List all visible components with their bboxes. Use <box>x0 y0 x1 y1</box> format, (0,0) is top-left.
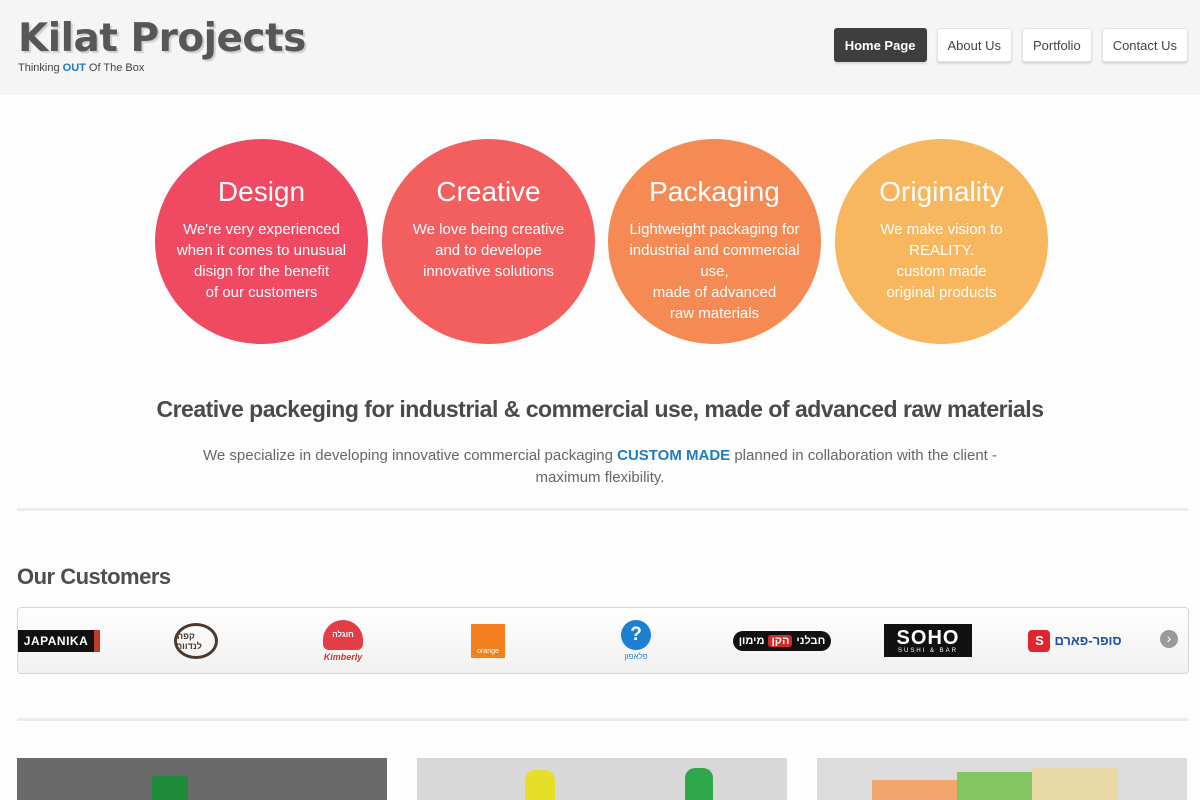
haflanim-logo-mid: הקן <box>768 634 793 647</box>
feature-title: Packaging <box>649 176 780 207</box>
kimberly-logo-name: Kimberly <box>323 651 363 662</box>
intro-text: We specialize in developing innovative c… <box>180 445 1020 489</box>
soho-logo-sub: SUSHI & BAR <box>897 647 958 654</box>
product-image <box>957 772 1037 800</box>
haflanim-logo-left: חבלני <box>796 634 826 647</box>
intro-heading: Creative packeging for industrial & comm… <box>156 396 1044 422</box>
feature-circle-creative: Creative We love being creative and to d… <box>382 139 595 344</box>
tagline-pre: Thinking <box>18 62 63 74</box>
product-image <box>685 768 713 800</box>
feature-title: Design <box>217 176 306 207</box>
customer-logo-soho[interactable]: SOHO SUSHI & BAR <box>883 608 973 673</box>
feature-text: We're very experienced when it comes to … <box>176 221 347 301</box>
feature-text: We make vision to REALITY. custom made o… <box>880 221 1003 301</box>
portfolio-thumbnail[interactable] <box>817 758 1187 800</box>
pelephone-logo-name: פלאפון <box>624 652 648 661</box>
landver-logo-text: קפה לנדוור <box>174 622 218 659</box>
feature-circle-packaging: Packaging Lightweight packaging for indu… <box>608 139 821 344</box>
intro-section: Creative packeging for industrial & comm… <box>0 396 1200 489</box>
feature-circle-originality: Originality We make vision to REALITY. c… <box>835 139 1048 344</box>
superpharm-logo-mark: S <box>1028 629 1051 652</box>
product-image <box>525 770 555 800</box>
site-header: Kilat Projects Thinking OUT Of The Box H… <box>0 0 1200 95</box>
logo-tagline: Thinking OUT Of The Box <box>18 62 306 74</box>
tagline-post: Of The Box <box>85 62 145 74</box>
intro-text-pre: We specialize in developing innovative c… <box>202 447 618 464</box>
haflanim-logo: מימון הקן חבלני <box>732 630 832 651</box>
customer-logo-japanika[interactable]: JAPANIKA <box>18 608 101 673</box>
customers-title: Our Customers <box>17 564 171 589</box>
customer-logo-superpharm[interactable]: S סופר-פארם <box>1026 608 1124 673</box>
portfolio-thumbnail[interactable] <box>417 758 787 800</box>
orange-logo-text: orange <box>471 623 505 658</box>
logo-title: Kilat Projects <box>18 16 306 61</box>
customer-logo-orange[interactable]: orange <box>470 608 506 673</box>
kimberly-logo-mark: חוגלה <box>323 619 363 650</box>
customer-logo-pelephone[interactable]: ? פלאפון <box>616 608 656 673</box>
tagline-highlight: OUT <box>62 62 86 74</box>
nav-about-us[interactable]: About Us <box>936 28 1012 62</box>
superpharm-logo-name: סופר-פארם <box>1054 633 1122 648</box>
feature-circles: Design We're very experienced when it co… <box>155 139 1049 345</box>
feature-text: Lightweight packaging for industrial and… <box>629 221 800 322</box>
nav-home-page[interactable]: Home Page <box>833 28 927 62</box>
carousel-next-icon[interactable]: › <box>1160 630 1178 648</box>
haflanim-logo-right: מימון <box>738 634 765 647</box>
feature-text: We love being creative and to develope i… <box>412 221 565 280</box>
section-divider <box>17 718 1188 721</box>
intro-text-highlight: CUSTOM MADE <box>617 447 731 464</box>
product-image <box>152 776 188 800</box>
customer-logo-kimberly[interactable]: חוגלה Kimberly <box>318 608 368 673</box>
feature-circle-design: Design We're very experienced when it co… <box>155 139 368 344</box>
feature-title: Originality <box>879 176 1004 207</box>
soho-logo: SOHO SUSHI & BAR <box>884 624 972 657</box>
product-image <box>1032 768 1117 800</box>
soho-logo-name: SOHO <box>896 626 960 649</box>
nav-portfolio[interactable]: Portfolio <box>1021 28 1092 62</box>
portfolio-thumbnail[interactable] <box>17 758 387 800</box>
main-nav: Home Page About Us Portfolio Contact Us <box>833 28 1188 62</box>
feature-title: Creative <box>436 176 541 207</box>
japanika-logo-text: JAPANIKA <box>18 629 101 652</box>
product-image <box>872 780 962 800</box>
pelephone-logo-mark: ? <box>621 620 651 650</box>
site-logo[interactable]: Kilat Projects Thinking OUT Of The Box <box>18 16 306 74</box>
customer-logo-landver[interactable]: קפה לנדוור <box>173 608 219 673</box>
section-divider <box>17 508 1188 511</box>
nav-contact-us[interactable]: Contact Us <box>1101 28 1188 62</box>
customer-logo-haflanim[interactable]: מימון הקן חבלני <box>732 608 832 673</box>
customers-carousel: JAPANIKA קפה לנדוור חוגלה Kimberly orang… <box>17 607 1189 674</box>
